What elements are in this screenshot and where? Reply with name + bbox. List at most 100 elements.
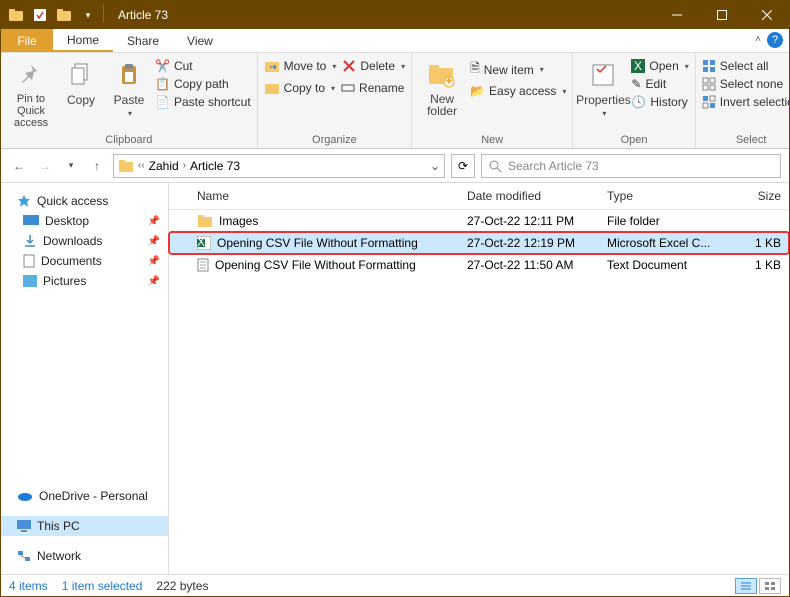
pin-icon: 📌 <box>148 276 160 287</box>
search-input[interactable]: Search Article 73 <box>481 154 781 178</box>
file-row-selected[interactable]: XOpening CSV File Without Formatting 27-… <box>169 232 789 254</box>
select-all-icon <box>702 59 716 73</box>
ribbon: Pin to Quick access Copy Paste ✂️Cut 📋Co… <box>1 53 789 149</box>
file-list: Name Date modified Type Size Images 27-O… <box>169 183 789 574</box>
chevron-right-icon[interactable]: › <box>183 160 186 171</box>
copy-path-button[interactable]: 📋Copy path <box>155 77 251 91</box>
excel-file-icon: X <box>197 236 211 250</box>
sidebar-item-documents[interactable]: Documents📌 <box>1 251 168 271</box>
cut-button[interactable]: ✂️Cut <box>155 59 251 73</box>
view-details-button[interactable] <box>735 578 757 594</box>
qa-chevron-down-icon[interactable]: ▾ <box>77 4 99 26</box>
chevron-right-icon[interactable]: ‹‹ <box>138 160 145 171</box>
paste-shortcut-button[interactable]: 📄Paste shortcut <box>155 95 251 109</box>
edit-button[interactable]: ✎Edit <box>631 77 688 91</box>
column-headers[interactable]: Name Date modified Type Size <box>169 183 789 210</box>
tab-share[interactable]: Share <box>113 29 173 52</box>
pin-icon: 📌 <box>148 256 160 267</box>
easy-access-button[interactable]: 📂Easy access <box>470 84 566 98</box>
col-date[interactable]: Date modified <box>459 187 599 205</box>
sidebar-network[interactable]: Network <box>1 546 168 566</box>
svg-text:X: X <box>634 59 642 73</box>
search-icon <box>488 159 502 173</box>
tab-view[interactable]: View <box>173 29 227 52</box>
star-icon <box>17 194 31 208</box>
sidebar-item-downloads[interactable]: Downloads📌 <box>1 231 168 251</box>
select-all-button[interactable]: Select all <box>702 59 790 73</box>
sidebar-item-desktop[interactable]: Desktop📌 <box>1 211 168 231</box>
new-folder-button[interactable]: ✦ New folder <box>418 55 466 117</box>
nav-back-button[interactable]: ← <box>9 156 29 176</box>
help-icon[interactable]: ? <box>767 32 783 48</box>
close-button[interactable] <box>744 1 789 29</box>
maximize-button[interactable] <box>699 1 744 29</box>
collapse-ribbon-icon[interactable]: ˄ <box>755 34 761 45</box>
address-dropdown-icon[interactable]: ⌄ <box>430 159 440 173</box>
navigation-sidebar: Quick access Desktop📌 Downloads📌 Documen… <box>1 183 169 574</box>
breadcrumb-part[interactable]: Article 73 <box>190 159 240 173</box>
qa-props-icon[interactable] <box>29 4 51 26</box>
address-bar[interactable]: ‹‹ Zahid › Article 73 ⌄ <box>113 154 445 178</box>
status-item-count: 4 items <box>9 579 48 593</box>
tab-file[interactable]: File <box>1 29 53 52</box>
sidebar-quick-access[interactable]: Quick access <box>1 191 168 211</box>
sidebar-onedrive[interactable]: OneDrive - Personal <box>1 486 168 506</box>
status-selected: 1 item selected <box>62 579 143 593</box>
history-icon: 🕓 <box>631 95 646 109</box>
view-icons-button[interactable] <box>759 578 781 594</box>
file-row[interactable]: Opening CSV File Without Formatting 27-O… <box>169 254 789 276</box>
col-type[interactable]: Type <box>599 187 729 205</box>
status-bar: 4 items 1 item selected 222 bytes <box>1 574 789 596</box>
easy-access-icon: 📂 <box>470 84 485 98</box>
open-button[interactable]: XOpen <box>631 59 688 73</box>
pin-icon: 📌 <box>148 236 160 247</box>
file-row[interactable]: Images 27-Oct-22 12:11 PM File folder <box>169 210 789 232</box>
excel-icon: X <box>631 59 645 73</box>
edit-icon: ✎ <box>631 77 641 91</box>
nav-recent-button[interactable]: ▾ <box>61 156 81 176</box>
cut-icon: ✂️ <box>155 59 170 73</box>
nav-up-button[interactable]: ↑ <box>87 156 107 176</box>
paste-button[interactable]: Paste <box>107 55 151 118</box>
refresh-button[interactable]: ⟳ <box>451 154 475 178</box>
nav-forward-button[interactable]: → <box>35 156 55 176</box>
folder-icon <box>118 159 134 173</box>
minimize-button[interactable] <box>654 1 699 29</box>
invert-selection-button[interactable]: Invert selection <box>702 95 790 109</box>
copy-to-button[interactable]: Copy to <box>264 81 335 95</box>
select-none-button[interactable]: Select none <box>702 77 790 91</box>
copy-path-icon: 📋 <box>155 77 170 91</box>
pin-to-quick-access-button[interactable]: Pin to Quick access <box>7 55 55 129</box>
pc-icon <box>17 520 31 532</box>
select-none-icon <box>702 77 716 91</box>
rename-button[interactable]: Rename <box>341 81 404 95</box>
qa-folder-icon[interactable] <box>5 4 27 26</box>
paste-shortcut-icon: 📄 <box>155 95 170 109</box>
pictures-icon <box>23 275 37 287</box>
sidebar-item-pictures[interactable]: Pictures📌 <box>1 271 168 291</box>
folder-icon <box>197 214 213 228</box>
pin-icon: 📌 <box>148 216 160 227</box>
copy-button[interactable]: Copy <box>59 55 103 107</box>
status-bytes: 222 bytes <box>156 579 208 593</box>
breadcrumb-part[interactable]: Zahid <box>149 159 179 173</box>
onedrive-icon <box>17 490 33 502</box>
history-button[interactable]: 🕓History <box>631 95 688 109</box>
desktop-icon <box>23 215 39 227</box>
delete-button[interactable]: Delete <box>342 59 405 73</box>
downloads-icon <box>23 234 37 248</box>
content-area: Quick access Desktop📌 Downloads📌 Documen… <box>1 183 789 574</box>
documents-icon <box>23 254 35 268</box>
col-name[interactable]: Name <box>189 187 459 205</box>
svg-text:X: X <box>197 236 205 249</box>
window-title: Article 73 <box>118 8 654 22</box>
sidebar-this-pc[interactable]: This PC <box>1 516 168 536</box>
col-size[interactable]: Size <box>729 187 789 205</box>
network-icon <box>17 550 31 562</box>
properties-button[interactable]: Properties <box>579 55 627 118</box>
qa-folder2-icon[interactable] <box>53 4 75 26</box>
new-item-button[interactable]: 🗎New item <box>470 59 566 80</box>
svg-text:✦: ✦ <box>444 74 454 88</box>
move-to-button[interactable]: Move to <box>264 59 337 73</box>
tab-home[interactable]: Home <box>53 29 113 52</box>
